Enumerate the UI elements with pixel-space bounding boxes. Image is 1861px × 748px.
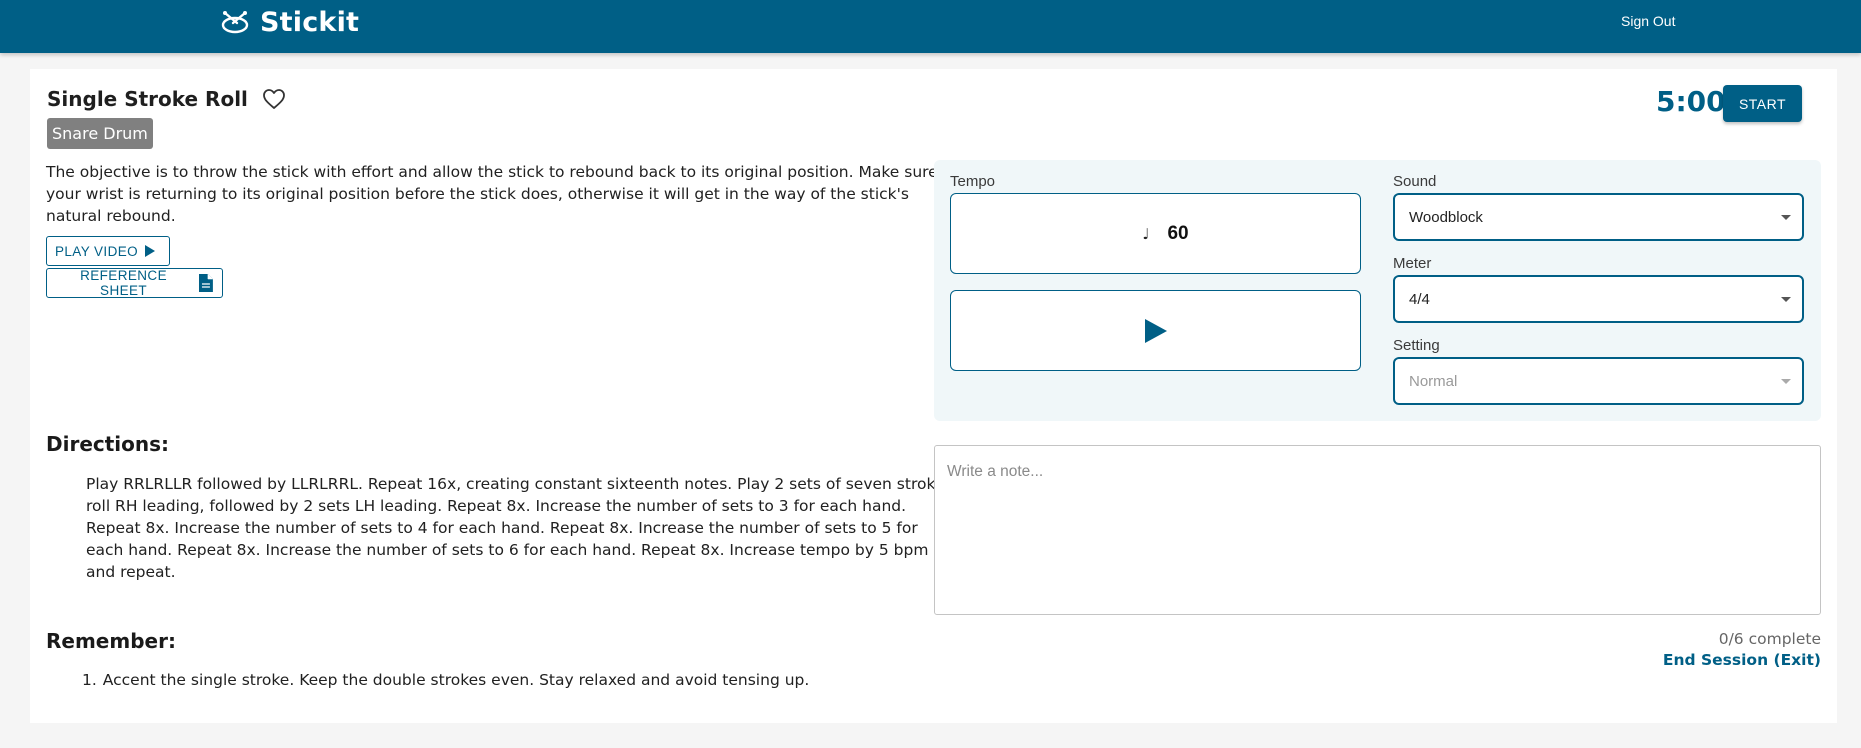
play-video-button[interactable]: PLAY VIDEO	[46, 236, 170, 266]
tempo-label: Tempo	[950, 173, 996, 190]
drum-icon	[221, 11, 249, 34]
list-item-number: 1.	[82, 671, 97, 689]
brand-logo[interactable]: Stickit	[220, 4, 359, 40]
session-timer: 5:00	[1656, 85, 1726, 118]
metronome-panel: Tempo ♩ 60 Sound Woodblock Meter 4/4 Set…	[934, 160, 1821, 421]
chevron-down-icon	[1781, 379, 1791, 384]
exercise-objective: The objective is to throw the stick with…	[46, 163, 938, 225]
meter-select[interactable]: 4/4	[1393, 275, 1804, 323]
end-session-link[interactable]: End Session (Exit)	[1663, 651, 1821, 669]
sound-value: Woodblock	[1409, 208, 1483, 226]
play-video-label: PLAY VIDEO	[55, 243, 139, 259]
sound-label: Sound	[1393, 173, 1437, 190]
remember-list: 1. Accent the single stroke. Keep the do…	[82, 669, 882, 691]
start-button[interactable]: START	[1723, 85, 1802, 122]
meter-value: 4/4	[1409, 290, 1430, 308]
directions-text: Play RRLRLLR followed by LLRLRRL. Repeat…	[86, 475, 945, 581]
setting-value: Normal	[1409, 372, 1458, 390]
exercise-title-row: Single Stroke Roll	[47, 87, 286, 111]
meter-label: Meter	[1393, 255, 1432, 272]
progress-status: 0/6 complete	[1718, 630, 1821, 648]
metronome-play-button[interactable]	[950, 290, 1361, 371]
play-icon	[145, 245, 156, 257]
sign-out-button[interactable]: Sign Out	[1621, 13, 1675, 29]
directions-heading: Directions:	[46, 432, 170, 456]
chevron-down-icon	[1781, 297, 1791, 302]
play-icon	[1144, 318, 1167, 343]
setting-select[interactable]: Normal	[1393, 357, 1804, 405]
brand-name: Stickit	[260, 6, 360, 38]
chevron-down-icon	[1781, 215, 1791, 220]
heart-outline-icon[interactable]	[262, 88, 286, 110]
remember-heading: Remember:	[46, 629, 176, 653]
list-item: 1. Accent the single stroke. Keep the do…	[82, 669, 882, 691]
top-app-bar: Stickit Sign Out	[0, 0, 1861, 53]
instrument-chip: Snare Drum	[47, 118, 153, 149]
tempo-field[interactable]: ♩ 60	[950, 193, 1361, 274]
sound-select[interactable]: Woodblock	[1393, 193, 1804, 241]
quarter-note-icon: ♩	[1142, 224, 1150, 243]
setting-label: Setting	[1393, 337, 1440, 354]
exercise-title: Single Stroke Roll	[47, 87, 248, 111]
list-item-text: Accent the single stroke. Keep the doubl…	[102, 671, 810, 689]
tempo-value: 60	[1167, 222, 1189, 244]
document-icon	[199, 274, 214, 292]
exercise-card: Single Stroke Roll Snare Drum 5:00 START…	[30, 69, 1837, 723]
reference-sheet-button[interactable]: REFERENCE SHEET	[46, 268, 223, 298]
reference-sheet-label: REFERENCE SHEET	[80, 268, 167, 298]
note-input[interactable]	[934, 445, 1821, 615]
